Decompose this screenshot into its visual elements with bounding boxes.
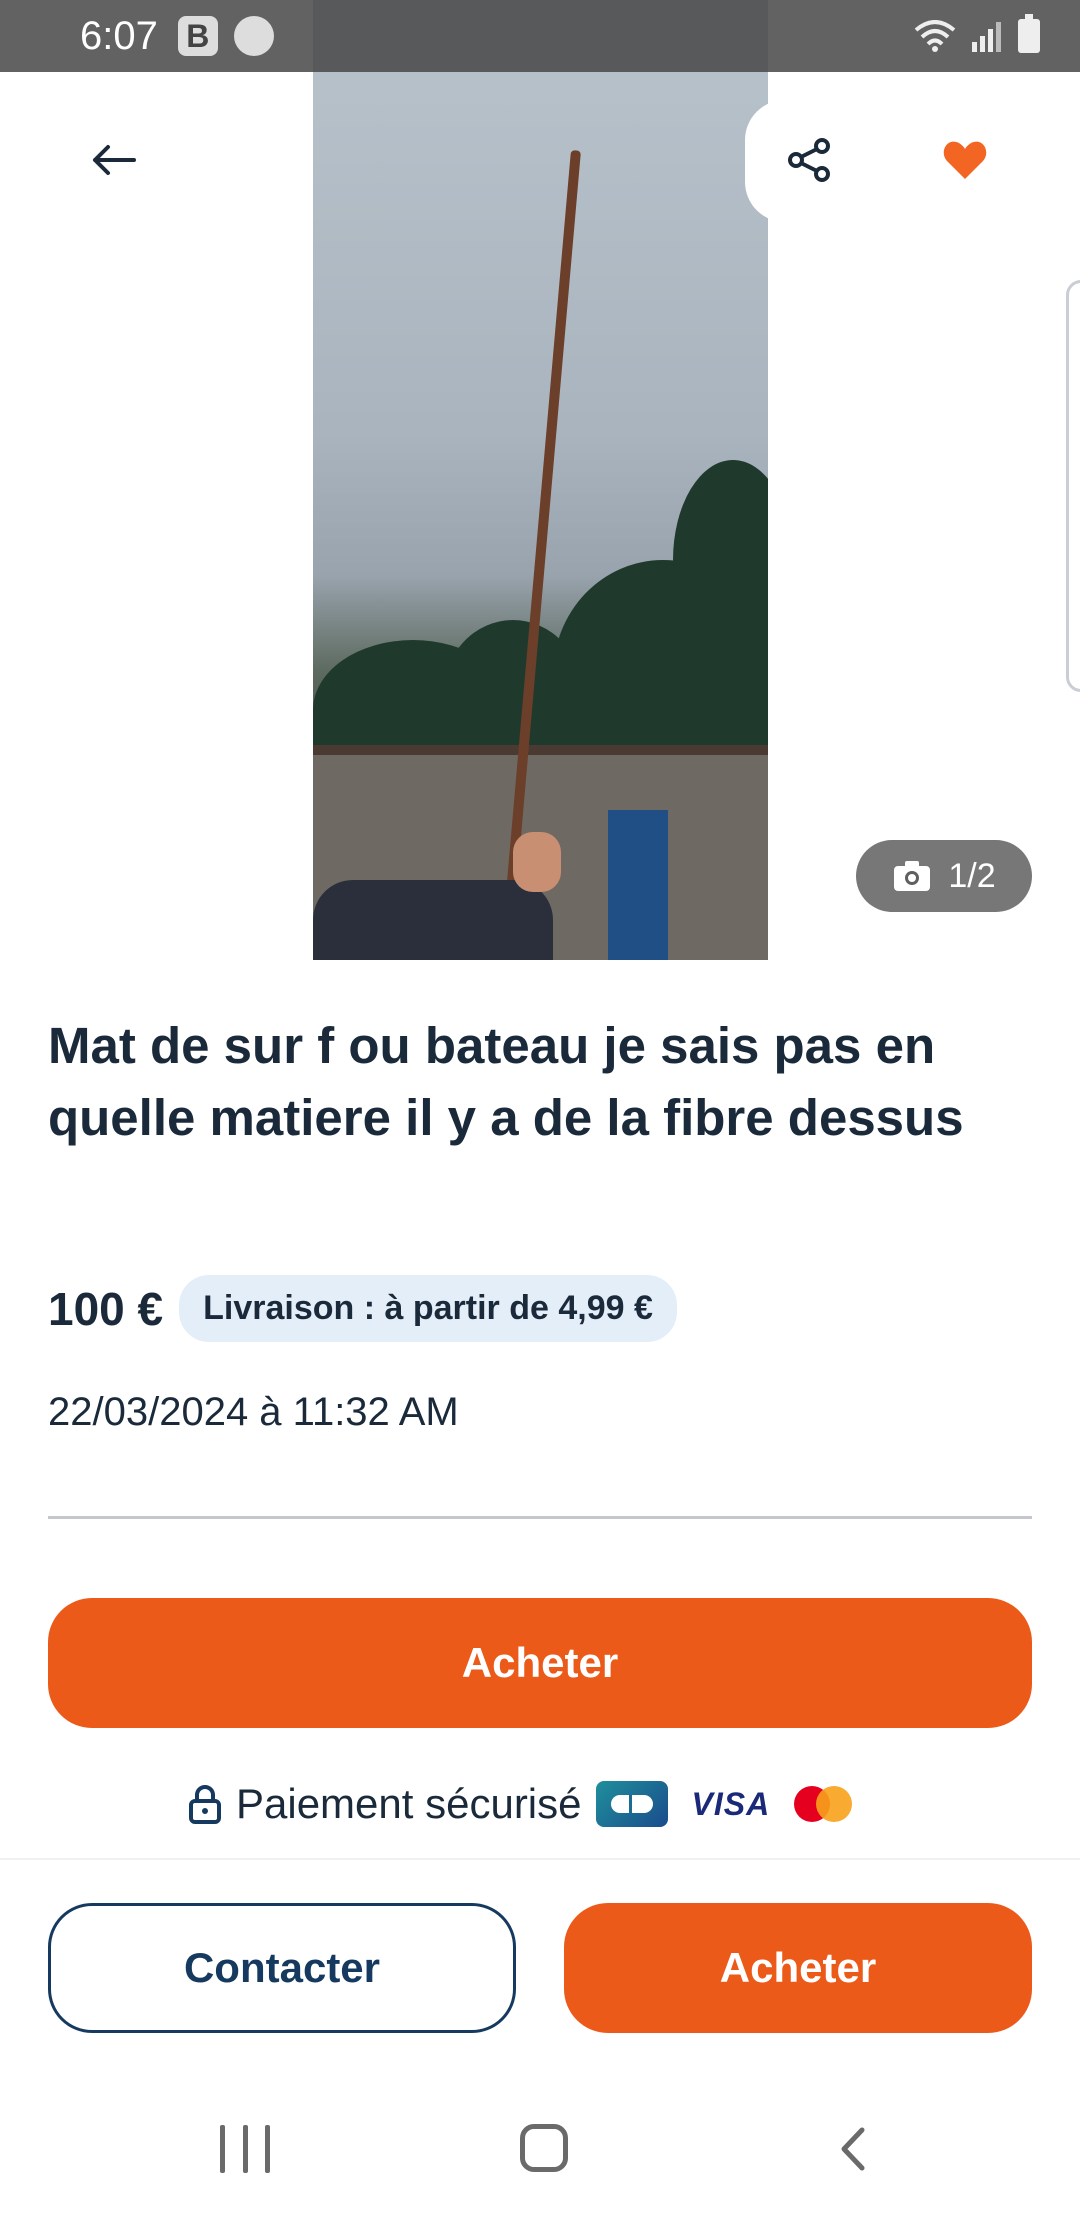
home-button[interactable] [520, 2124, 568, 2172]
contact-button[interactable]: Contacter [48, 1903, 516, 2033]
camera-icon [894, 861, 931, 891]
back-arrow-icon [93, 145, 136, 175]
wifi-icon [914, 20, 956, 52]
system-back-icon[interactable] [830, 2124, 880, 2174]
action-bar [745, 100, 1080, 222]
delivery-badge: Livraison : à partir de 4,99 € [179, 1275, 677, 1342]
cb-card-icon [595, 1781, 668, 1827]
photo-counter-label: 1/2 [948, 856, 996, 895]
secure-payment-row: Paiement sécurisé VISA [188, 1780, 853, 1828]
battery-icon [1018, 14, 1040, 53]
visa-logo-icon: VISA [691, 1785, 771, 1822]
buy-button[interactable]: Acheter [48, 1598, 1032, 1728]
secure-payment-label: Paiement sécurisé [236, 1780, 582, 1827]
listing-photo[interactable] [313, 0, 768, 960]
mastercard-logo-icon [794, 1786, 853, 1822]
lock-icon [189, 1785, 221, 1824]
listing-date: 22/03/2024 à 11:32 AM [48, 1390, 459, 1434]
share-icon [788, 138, 830, 182]
bottom-bar-separator [0, 1858, 1080, 1860]
app-badge-icon: B [177, 16, 218, 56]
photo-counter: 1/2 [856, 840, 1032, 912]
side-panel-handle[interactable] [1066, 280, 1080, 692]
favorite-button[interactable] [935, 130, 995, 190]
price-row: 100 € Livraison : à partir de 4,99 € [48, 1275, 677, 1342]
back-button[interactable] [74, 130, 154, 190]
sync-icon [233, 16, 274, 56]
heart-icon [943, 141, 987, 179]
divider [48, 1516, 1032, 1519]
recents-button[interactable] [220, 2125, 270, 2175]
listing-price: 100 € [48, 1282, 164, 1335]
signal-icon [972, 22, 1001, 52]
status-bar: 6:07 B [0, 0, 1080, 72]
listing-title: Mat de sur f ou bateau je sais pas en qu… [48, 1017, 964, 1146]
buy-button-bottom[interactable]: Acheter [564, 1903, 1032, 2033]
share-button[interactable] [780, 130, 840, 190]
system-nav-bar [0, 2080, 1080, 2220]
status-time: 6:07 [80, 13, 158, 58]
